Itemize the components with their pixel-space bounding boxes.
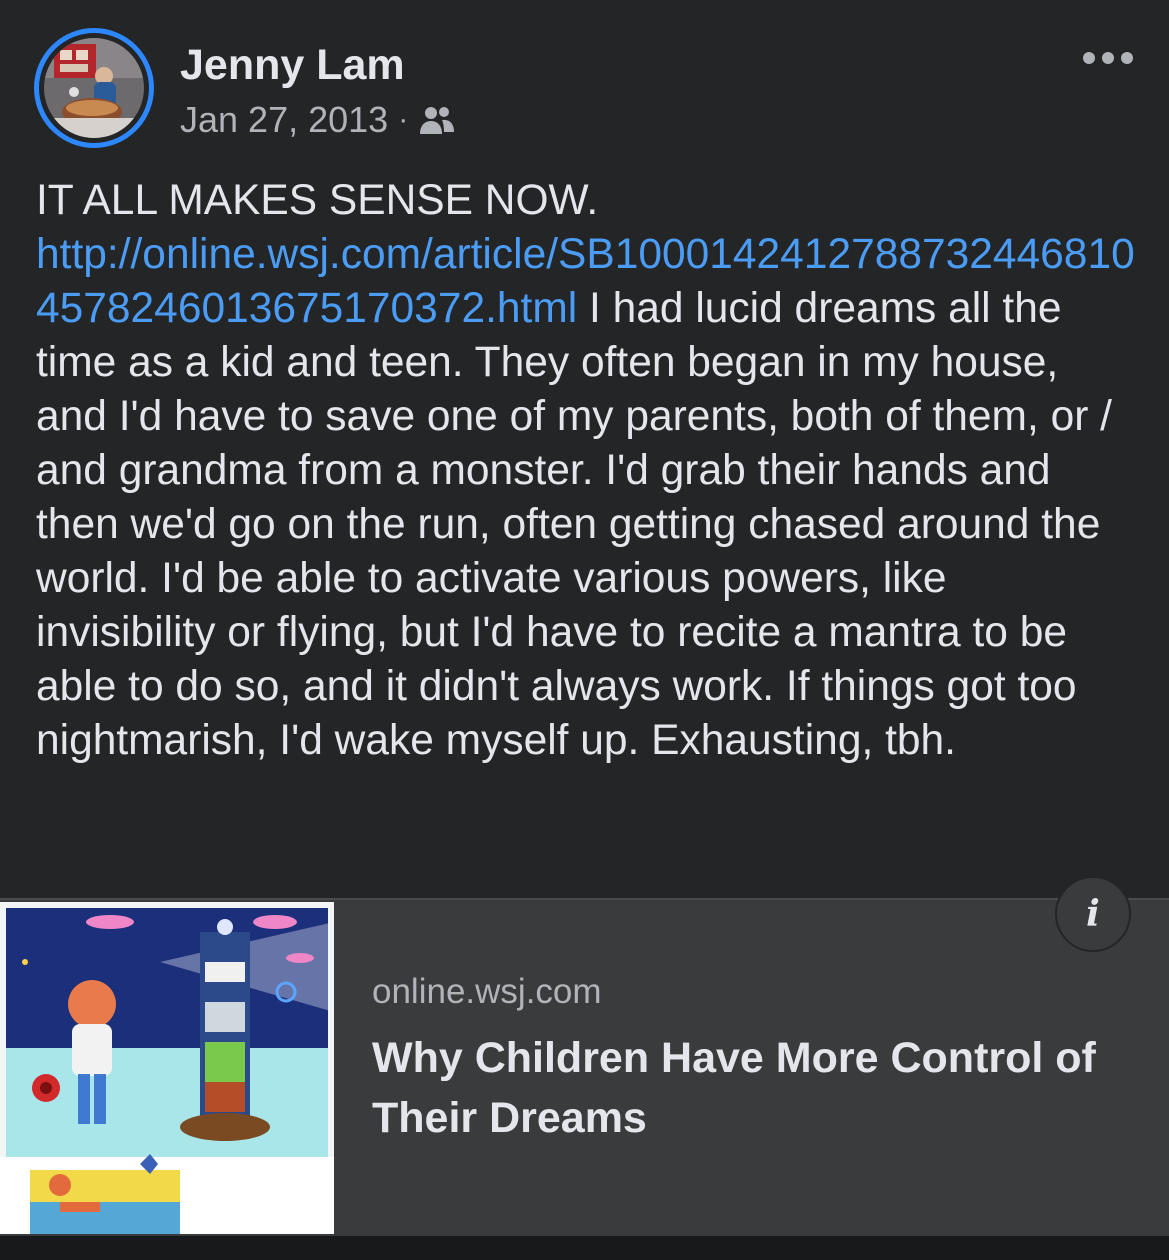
post-text-intro: IT ALL MAKES SENSE NOW. [36, 177, 599, 224]
info-icon: i [1086, 893, 1100, 935]
post-text-body: I had lucid dreams all the time as a kid… [36, 285, 1112, 764]
avatar[interactable] [44, 38, 144, 138]
post-divider [0, 1236, 1169, 1260]
author-name[interactable]: Jenny Lam [180, 40, 405, 90]
more-horizontal-icon [1083, 52, 1133, 64]
feed-post: Jenny Lam Jan 27, 2013 · IT ALL MAKES SE… [0, 0, 1169, 1260]
link-preview-card[interactable]: i online.wsj.com Why Children Have More … [0, 876, 1169, 1236]
link-preview-title[interactable]: Why Children Have More Control of Their … [372, 1028, 1142, 1148]
link-preview-thumbnail[interactable] [0, 902, 334, 1234]
post-text: IT ALL MAKES SENSE NOW. http://online.ws… [36, 174, 1136, 768]
link-preview-domain: online.wsj.com [372, 972, 602, 1011]
link-preview-info: online.wsj.com Why Children Have More Co… [372, 970, 1142, 1148]
friends-icon[interactable] [418, 104, 456, 136]
info-button[interactable]: i [1055, 876, 1131, 952]
post-date[interactable]: Jan 27, 2013 [180, 99, 388, 141]
story-ring[interactable] [34, 28, 154, 148]
separator-dot: · [398, 103, 409, 136]
post-meta: Jan 27, 2013 · [180, 98, 456, 142]
more-options-button[interactable] [1077, 38, 1139, 78]
